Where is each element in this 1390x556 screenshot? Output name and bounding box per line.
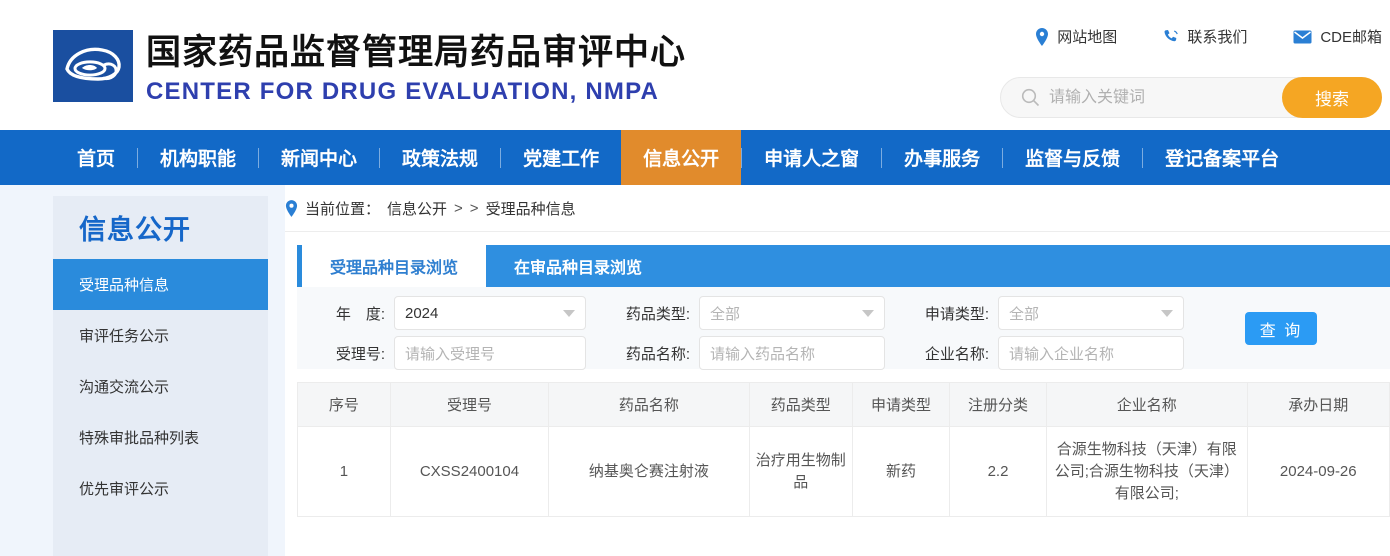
filter-drug-name-placeholder: 请输入药品名称	[710, 345, 816, 363]
sidebar-item-special-approval[interactable]: 特殊审批品种列表	[53, 412, 268, 463]
filter-label-accept-no: 受理号:	[335, 345, 385, 363]
search-button[interactable]: 搜索	[1282, 77, 1382, 118]
envelope-icon	[1293, 30, 1312, 44]
nav-item-supervision[interactable]: 监督与反馈	[1003, 130, 1142, 185]
location-pin-icon	[285, 199, 298, 217]
site-search: 搜索	[1000, 77, 1382, 118]
breadcrumb-current: 受理品种信息	[485, 200, 576, 218]
tab-bar: 受理品种目录浏览 在审品种目录浏览	[297, 245, 1390, 287]
breadcrumb: 当前位置： 信息公开 > > 受理品种信息	[285, 185, 1390, 232]
col-accept-no: 受理号	[389, 382, 550, 427]
results-table: 序号 受理号 药品名称 药品类型 申请类型 注册分类 企业名称 承办日期 1 C…	[297, 382, 1390, 517]
filter-label-drug-name: 药品名称:	[625, 345, 690, 363]
filter-drug-name-input[interactable]: 请输入药品名称	[699, 336, 885, 370]
site-title-en: CENTER FOR DRUG EVALUATION, NMPA	[146, 78, 660, 105]
location-pin-icon	[1035, 27, 1049, 46]
col-index: 序号	[297, 382, 391, 427]
cell-reg-class: 2.2	[948, 426, 1048, 517]
cell-accept-no: CXSS2400104	[389, 426, 550, 517]
filter-row-1: 年 度: 2024 药品类型: 全部 申请类型: 全部	[297, 296, 1184, 330]
col-company: 企业名称	[1046, 382, 1248, 427]
sidebar-title: 信息公开	[79, 215, 191, 245]
site-header: 国家药品监督管理局药品审评中心 CENTER FOR DRUG EVALUATI…	[0, 0, 1390, 130]
main-navigation: 首页 机构职能 新闻中心 政策法规 党建工作 信息公开 申请人之窗 办事服务 监…	[0, 130, 1390, 185]
utility-links: 网站地图 联系我们 CDE邮箱	[1035, 26, 1382, 47]
filter-label-apply-type: 申请类型:	[924, 305, 989, 323]
breadcrumb-separator: >	[469, 199, 479, 217]
content-area: 当前位置： 信息公开 > > 受理品种信息 受理品种目录浏览 在审品种目录浏览 …	[285, 185, 1390, 556]
sidebar-item-communication[interactable]: 沟通交流公示	[53, 361, 268, 412]
filter-label-year: 年 度:	[335, 305, 385, 323]
nav-item-info-disclosure[interactable]: 信息公开	[621, 130, 742, 185]
search-input[interactable]	[1049, 82, 1289, 113]
sidebar: 信息公开 受理品种信息 审评任务公示 沟通交流公示 特殊审批品种列表 优先审评公…	[53, 196, 268, 556]
sidebar-item-priority-review[interactable]: 优先审评公示	[53, 463, 268, 514]
filter-accept-no-input[interactable]: 请输入受理号	[394, 336, 586, 370]
chevron-down-icon	[862, 310, 874, 317]
tab-accepted-catalog[interactable]: 受理品种目录浏览	[297, 245, 487, 287]
col-drug-type: 药品类型	[748, 382, 853, 427]
cell-drug-type: 治疗用生物制品	[748, 426, 853, 517]
cell-drug-name: 纳基奥仑赛注射液	[548, 426, 750, 517]
sidebar-item-accepted-varieties[interactable]: 受理品种信息	[53, 259, 268, 310]
breadcrumb-root[interactable]: 信息公开	[387, 198, 447, 219]
col-date: 承办日期	[1246, 382, 1390, 427]
table-row[interactable]: 1 CXSS2400104 纳基奥仑赛注射液 治疗用生物制品 新药 2.2 合源…	[297, 426, 1390, 517]
cell-date: 2024-09-26	[1246, 426, 1390, 517]
nav-item-applicant-window[interactable]: 申请人之窗	[742, 130, 881, 185]
query-button[interactable]: 查 询	[1245, 312, 1317, 345]
filter-apply-type-select[interactable]: 全部	[998, 296, 1184, 330]
cde-eye-logo-icon	[53, 30, 133, 102]
filter-label-company-name: 企业名称:	[924, 345, 989, 363]
cell-apply-type: 新药	[851, 426, 951, 517]
nav-item-news[interactable]: 新闻中心	[259, 130, 379, 185]
filter-accept-no-placeholder: 请输入受理号	[405, 345, 496, 363]
util-link-sitemap[interactable]: 网站地图	[1035, 26, 1117, 47]
util-link-contact-label: 联系我们	[1187, 29, 1248, 46]
page-body: 信息公开 受理品种信息 审评任务公示 沟通交流公示 特殊审批品种列表 优先审评公…	[0, 185, 1390, 556]
cell-index: 1	[297, 426, 391, 517]
filter-year-value: 2024	[405, 304, 439, 322]
filter-form: 年 度: 2024 药品类型: 全部 申请类型: 全部 受理号: 请输入受理号 …	[297, 287, 1390, 370]
search-icon	[1021, 88, 1040, 107]
filter-year-select[interactable]: 2024	[394, 296, 586, 330]
util-link-contact[interactable]: 联系我们	[1163, 26, 1247, 47]
nav-item-services[interactable]: 办事服务	[882, 130, 1002, 185]
cell-company: 合源生物科技（天津）有限公司;合源生物科技（天津）有限公司;	[1046, 426, 1248, 517]
filter-drug-type-value: 全部	[710, 305, 741, 323]
breadcrumb-prefix: 当前位置：	[305, 200, 381, 218]
tab-under-review-catalog[interactable]: 在审品种目录浏览	[486, 245, 670, 287]
breadcrumb-separator: >	[454, 199, 463, 217]
filter-drug-type-select[interactable]: 全部	[699, 296, 885, 330]
phone-icon	[1163, 29, 1179, 45]
results-panel: 受理品种目录浏览 在审品种目录浏览 年 度: 2024 药品类型: 全部 申请类…	[297, 245, 1390, 517]
col-apply-type: 申请类型	[851, 382, 951, 427]
util-link-email[interactable]: CDE邮箱	[1293, 26, 1382, 47]
filter-apply-type-value: 全部	[1009, 305, 1040, 323]
col-reg-class: 注册分类	[948, 382, 1048, 427]
nav-item-registration-platform[interactable]: 登记备案平台	[1143, 130, 1301, 185]
filter-row-2: 受理号: 请输入受理号 药品名称: 请输入药品名称 企业名称: 请输入企业名称	[297, 336, 1184, 370]
sidebar-item-review-tasks[interactable]: 审评任务公示	[53, 310, 268, 361]
nav-item-functions[interactable]: 机构职能	[138, 130, 258, 185]
filter-label-drug-type: 药品类型:	[625, 305, 690, 323]
util-link-sitemap-label: 网站地图	[1057, 29, 1118, 46]
nav-item-home[interactable]: 首页	[55, 130, 137, 185]
nav-item-party[interactable]: 党建工作	[501, 130, 621, 185]
table-header-row: 序号 受理号 药品名称 药品类型 申请类型 注册分类 企业名称 承办日期	[297, 382, 1390, 427]
chevron-down-icon	[1161, 310, 1173, 317]
nav-item-policy[interactable]: 政策法规	[380, 130, 500, 185]
col-drug-name: 药品名称	[548, 382, 750, 427]
filter-company-name-input[interactable]: 请输入企业名称	[998, 336, 1184, 370]
chevron-down-icon	[563, 310, 575, 317]
filter-company-name-placeholder: 请输入企业名称	[1009, 345, 1115, 363]
site-brand[interactable]: 国家药品监督管理局药品审评中心 CENTER FOR DRUG EVALUATI…	[53, 30, 686, 107]
site-title-cn: 国家药品监督管理局药品审评中心	[146, 33, 687, 72]
util-link-email-label: CDE邮箱	[1320, 29, 1382, 46]
